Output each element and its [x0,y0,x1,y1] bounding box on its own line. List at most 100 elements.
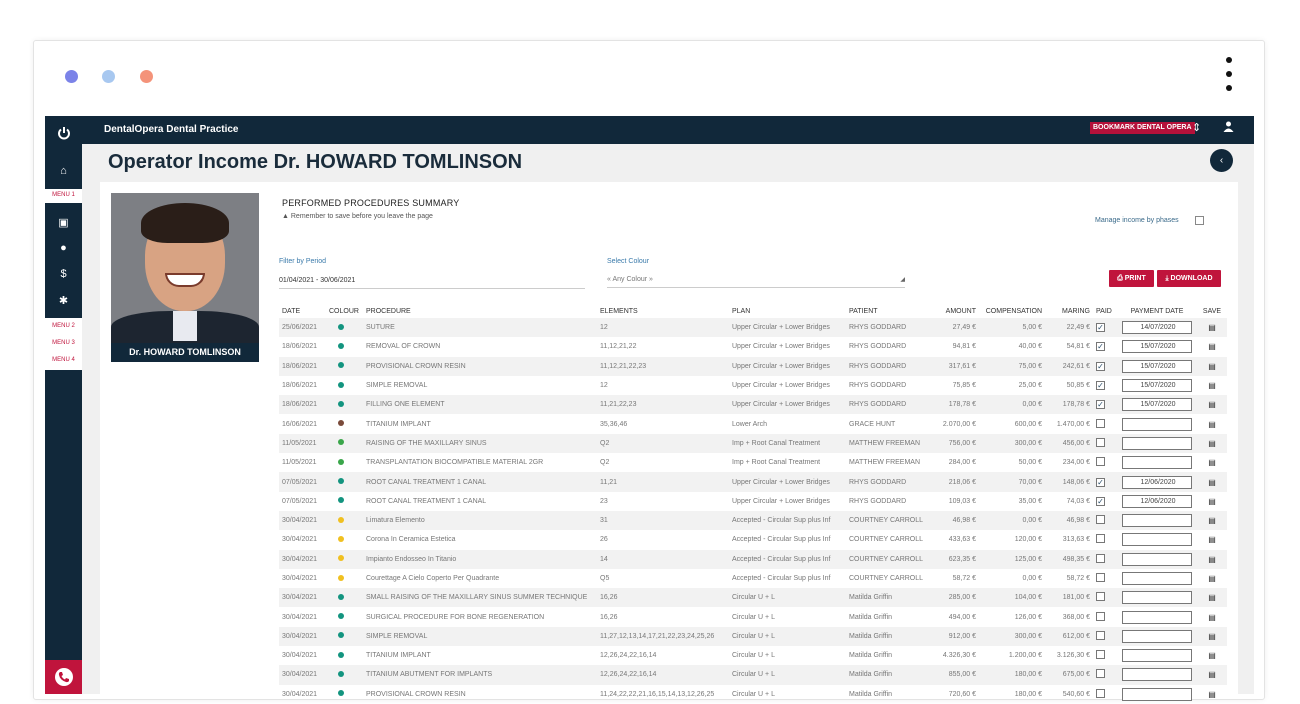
print-button[interactable]: ⎙ PRINT [1109,270,1154,287]
payment-date-input[interactable]: 12/06/2020 [1122,494,1192,508]
table-row: 30/04/2021 PROVISIONAL CROWN RESIN 11,24,2… [279,685,1227,704]
paid-checkbox[interactable]: ✓ [1096,496,1105,506]
paid-checkbox[interactable] [1096,418,1105,428]
paid-checkbox[interactable] [1096,573,1105,582]
paid-checkbox[interactable]: ✓ [1096,342,1105,352]
payment-date-input[interactable] [1122,514,1192,528]
cell-compensation: 180,00 € [1014,690,1042,698]
payment-date-input[interactable] [1122,552,1192,566]
cell-patient: Matilda Griffin [849,613,893,621]
payment-date-input[interactable] [1122,591,1192,605]
paid-checkbox[interactable] [1096,611,1105,621]
save-icon[interactable]: ▤ [1208,632,1216,641]
save-icon[interactable]: ▤ [1208,555,1216,564]
payment-date-input[interactable] [1122,456,1192,470]
paid-checkbox[interactable] [1096,650,1105,660]
patient-icon[interactable]: ● [45,242,82,254]
calendar-icon[interactable]: ▣ [45,216,82,229]
col-procedure: PROCEDURE [366,307,411,315]
cell-save: ▤ [1197,530,1227,549]
save-icon[interactable]: ▤ [1208,690,1216,699]
payment-date-input[interactable]: 15/07/2020 [1122,340,1192,354]
download-button[interactable]: ⤓ DOWNLOAD [1157,270,1221,287]
save-icon[interactable]: ▤ [1208,593,1216,602]
cell-amount: 912,00 € [948,632,976,640]
dollar-icon[interactable]: $ [45,268,82,280]
paid-checkbox[interactable] [1096,534,1105,544]
save-icon[interactable]: ▤ [1208,535,1216,544]
paid-checkbox[interactable]: ✓ [1096,361,1105,371]
cell-compensation: 50,00 € [1018,459,1042,467]
payment-date-input[interactable] [1122,629,1192,643]
paid-checkbox[interactable]: ✓ [1096,323,1105,333]
sidebar-menu-1[interactable]: MENU 1 [45,189,82,201]
payment-date-input[interactable] [1122,436,1192,450]
phone-icon[interactable] [45,660,82,694]
save-icon[interactable]: ▤ [1208,670,1216,679]
payment-date-input[interactable] [1122,687,1192,701]
save-icon[interactable]: ▤ [1208,497,1216,506]
payment-date-input[interactable]: 15/07/2020 [1122,359,1192,373]
bookmark-button[interactable]: BOOKMARK DENTAL OPERA [1090,122,1195,134]
payment-date-input[interactable]: 15/07/2020 [1122,398,1192,412]
cell-colour [326,511,363,530]
save-icon[interactable]: ▤ [1208,458,1216,467]
paid-checkbox[interactable]: ✓ [1096,381,1105,391]
cell-date: 30/04/2021 [282,613,318,621]
sidebar-menu-2[interactable]: MENU 2 [45,320,82,332]
payment-date-input[interactable]: 14/07/2020 [1122,321,1192,335]
sidebar-menu-3[interactable]: MENU 3 [45,337,82,349]
cell-patient: RHYS GODDARD [849,343,907,351]
payment-date-input[interactable] [1122,610,1192,624]
paid-checkbox[interactable] [1096,688,1105,698]
save-icon[interactable]: ▤ [1208,574,1216,583]
save-icon[interactable]: ▤ [1208,420,1216,429]
paid-checkbox[interactable] [1096,515,1105,525]
kebab-menu-icon[interactable] [1226,57,1232,99]
cell-amount: 4.326,30 € [942,652,976,660]
colour-select[interactable]: « Any Colour » ◢ [607,276,905,288]
compress-icon[interactable]: ⇕ [1192,121,1201,134]
paid-checkbox[interactable] [1096,592,1105,602]
save-icon[interactable]: ▤ [1208,651,1216,660]
save-icon[interactable]: ▤ [1208,478,1216,487]
cell-amount: 27,49 € [952,324,976,332]
payment-date-input[interactable] [1122,649,1192,663]
payment-date-input[interactable]: 12/06/2020 [1122,475,1192,489]
back-button[interactable]: ‹ [1210,149,1233,172]
save-icon[interactable]: ▤ [1208,362,1216,371]
cell-maring: 3.126,30 € [1056,652,1090,660]
paid-checkbox[interactable]: ✓ [1096,477,1105,487]
save-icon[interactable]: ▤ [1208,381,1216,390]
cell-maring: 50,85 € [1066,382,1090,390]
save-icon[interactable]: ▤ [1208,400,1216,409]
save-icon[interactable]: ▤ [1208,342,1216,351]
manage-phases-checkbox[interactable] [1195,216,1204,225]
payment-date-input[interactable] [1122,572,1192,585]
period-input[interactable]: 01/04/2021 - 30/06/2021 [279,277,585,289]
paid-checkbox[interactable] [1096,553,1105,563]
cell-elements: 11,21,22,23 [600,401,637,409]
cell-colour [326,434,363,453]
cell-plan: Upper Circular + Lower Bridges [732,324,830,332]
paid-checkbox[interactable] [1096,457,1105,467]
payment-date-input[interactable]: 15/07/2020 [1122,379,1192,393]
paid-checkbox[interactable] [1096,669,1105,679]
paid-checkbox[interactable]: ✓ [1096,400,1105,410]
home-icon[interactable]: ⌂ [45,165,82,177]
cell-plan: Upper Circular + Lower Bridges [732,343,830,351]
save-icon[interactable]: ▤ [1208,323,1216,332]
payment-date-input[interactable] [1122,668,1192,682]
settings-icon[interactable]: ✱ [45,294,82,307]
sidebar-menu-4[interactable]: MENU 4 [45,354,82,366]
save-icon[interactable]: ▤ [1208,516,1216,525]
colour-dot [338,323,344,330]
power-icon[interactable] [45,116,82,150]
save-icon[interactable]: ▤ [1208,439,1216,448]
save-icon[interactable]: ▤ [1208,613,1216,622]
paid-checkbox[interactable] [1096,437,1105,447]
payment-date-input[interactable] [1122,417,1192,431]
payment-date-input[interactable] [1122,533,1192,547]
user-icon[interactable] [1223,121,1234,135]
paid-checkbox[interactable] [1096,630,1105,640]
